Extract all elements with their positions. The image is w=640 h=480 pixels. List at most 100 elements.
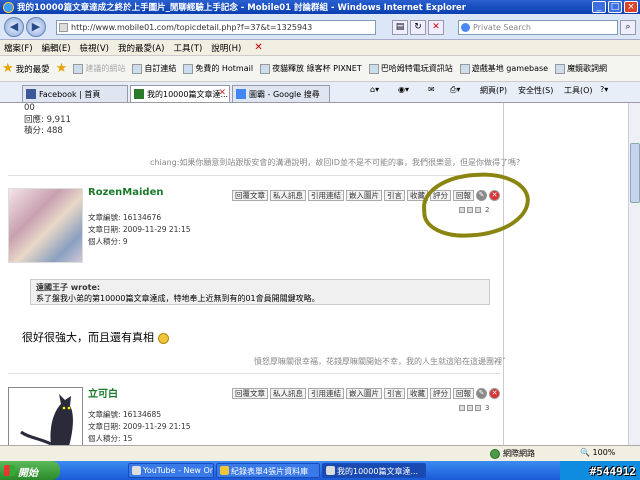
minimize-button[interactable]: _ [592,1,606,13]
fav-item-label: 魔鏡歌詞網 [567,64,608,73]
page-menu[interactable]: 網頁(P) [480,85,507,96]
menu-tools[interactable]: 工具(T) [173,42,202,54]
reply-button[interactable]: 回覆文章 [232,190,268,201]
close-tab-icon[interactable]: ✕ [218,88,226,98]
report-button[interactable]: 回報 [453,388,474,399]
tab-label: 圖霸 - Google 搜尋 [249,90,320,99]
link-icon [260,63,271,74]
fav-item-pixnet[interactable]: 夜貓釋放 綠客杯 PIXNET [260,63,362,74]
post-actions: 回覆文章 私人訊息 引用連結 嵌入圖片 引言 收藏 評分 回報 ✎ ✕ [232,388,500,399]
stop-icon[interactable]: ✕ [428,20,444,35]
mini-square-icon[interactable] [467,405,473,411]
post-text: 很好很強大，而且還有真相 [22,331,154,344]
menu-bar: 檔案(F) 編輯(E) 檢視(V) 我的最愛(A) 工具(T) 說明(H) ✕ [0,40,640,56]
fav-item-label: 夜貓釋放 綠客杯 PIXNET [272,64,362,73]
fav-item-hotmail[interactable]: 免費的 Hotmail [183,63,253,74]
close-button[interactable]: × [624,1,638,13]
private-message-button[interactable]: 私人訊息 [270,190,306,201]
post-floor-number: 3 [485,404,490,412]
menu-file[interactable]: 檔案(F) [4,42,33,54]
forward-icon[interactable]: ▶ [26,17,46,37]
tab-mobile01[interactable]: 我的10000篇文章達... ✕ [130,85,230,102]
task-folder[interactable]: 紀錄表單4張片資料庫 [216,463,320,478]
menu-view[interactable]: 檢視(V) [80,42,109,54]
tab-facebook[interactable]: Facebook | 首頁 [22,85,128,102]
back-icon[interactable]: ◀ [4,17,24,37]
fav-item-label: 免費的 Hotmail [195,64,254,73]
taskbar: 開始 YouTube - New Order... 紀錄表單4張片資料庫 我的1… [0,461,640,480]
embed-image-button[interactable]: 嵌入圖片 [346,388,382,399]
reply-button[interactable]: 回覆文章 [232,388,268,399]
folder-icon [220,466,229,475]
scroll-thumb[interactable] [630,143,640,203]
task-youtube[interactable]: YouTube - New Order... [128,463,214,478]
search-icon[interactable]: ⌕ [620,20,636,35]
security-zone: 網際網路 [490,448,535,459]
facebook-icon [26,89,36,99]
quote-link-button[interactable]: 引用連結 [308,388,344,399]
post-divider [8,373,500,374]
quote-button[interactable]: 引言 [384,388,405,399]
address-bar[interactable]: http://www.mobile01.com/topicdetail.php?… [56,20,376,35]
quote-link-button[interactable]: 引用連結 [308,190,344,201]
post-username[interactable]: 立可白 [88,385,118,400]
embed-image-button[interactable]: 嵌入圖片 [346,190,382,201]
status-bar: 網際網路 🔍 100% [0,445,640,461]
menu-edit[interactable]: 編輯(E) [42,42,71,54]
print-icon[interactable]: ⎙▾ [450,85,460,95]
post-date-meta: 文章日期: 2009-11-29 21:15 [88,422,191,431]
mini-square-icon[interactable] [459,405,465,411]
maximize-button[interactable]: □ [608,1,622,13]
search-input[interactable]: Private Search [458,20,618,35]
help-icon[interactable]: ?▾ [600,85,608,94]
post-username[interactable]: RozenMaiden [88,187,163,198]
stat-top: 00 [24,103,35,113]
start-button[interactable]: 開始 [0,461,60,480]
avatar[interactable] [8,188,83,263]
fav-item-gamer[interactable]: 巴哈姆特電玩資訊站 [368,63,453,74]
edit-icon[interactable]: ✎ [476,388,487,399]
private-message-button[interactable]: 私人訊息 [270,388,306,399]
compat-icon[interactable]: ▤ [392,20,408,35]
add-favorite-icon[interactable]: ★ [56,61,68,76]
fav-item-custom[interactable]: 自訂連結 [132,63,176,74]
favorites-label: 我的最愛 [15,64,50,75]
link-icon [183,63,194,74]
zoom-icon: 🔍 [580,448,590,457]
mini-square-icon[interactable] [475,405,481,411]
post-points-meta: 個人積分: 15 [88,434,133,443]
rss-icon[interactable]: ◉▾ [398,85,409,94]
post-points-meta: 個人積分: 9 [88,237,128,246]
fav-item-gamebase[interactable]: 遊戲基地 gamebase [459,63,548,74]
quote-button[interactable]: 引言 [384,190,405,201]
favorite-button[interactable]: 收藏 [407,388,428,399]
menu-help[interactable]: 說明(H) [211,42,241,54]
post-number-meta: 文章編號: 16134676 [88,213,162,222]
favorites-button[interactable]: ★ 我的最愛 [2,61,50,76]
zoom-level: 100% [592,448,616,457]
zoom-control[interactable]: 🔍 100% [580,448,615,457]
home-icon[interactable]: ⌂▾ [370,85,379,94]
stat-points: 積分: 488 [24,126,63,136]
fav-item-lyrics[interactable]: 魔鏡歌詞網 [555,63,607,74]
vertical-scrollbar[interactable] [628,103,640,445]
refresh-icon[interactable]: ↻ [410,20,426,35]
tab-label: Facebook | 首頁 [39,90,101,99]
avatar[interactable] [8,387,83,445]
delete-icon[interactable]: ✕ [489,388,500,399]
link-icon [459,63,470,74]
tools-menu[interactable]: 工具(O) [564,85,593,96]
security-menu[interactable]: 安全性(S) [518,85,553,96]
post-body: 很好很強大，而且還有真相 [22,329,169,345]
rate-button[interactable]: 評分 [430,388,451,399]
tab-google[interactable]: 圖霸 - Google 搜尋 [232,85,330,102]
menu-favorites[interactable]: 我的最愛(A) [118,42,164,54]
addon-x-icon[interactable]: ✕ [254,42,266,54]
browser-icon [132,466,141,475]
windows-logo-icon [4,465,15,476]
post-divider [8,175,500,176]
fav-item-suggested[interactable]: 建議的網站 [73,63,125,74]
post-signature: chiang:如果你願意到站跟版安會的溝通說明，故回ID並不是不可能的事，我們很… [150,158,521,167]
task-mobile01[interactable]: 我的10000篇文章達... [322,463,426,478]
mail-icon[interactable]: ✉ [428,85,435,94]
